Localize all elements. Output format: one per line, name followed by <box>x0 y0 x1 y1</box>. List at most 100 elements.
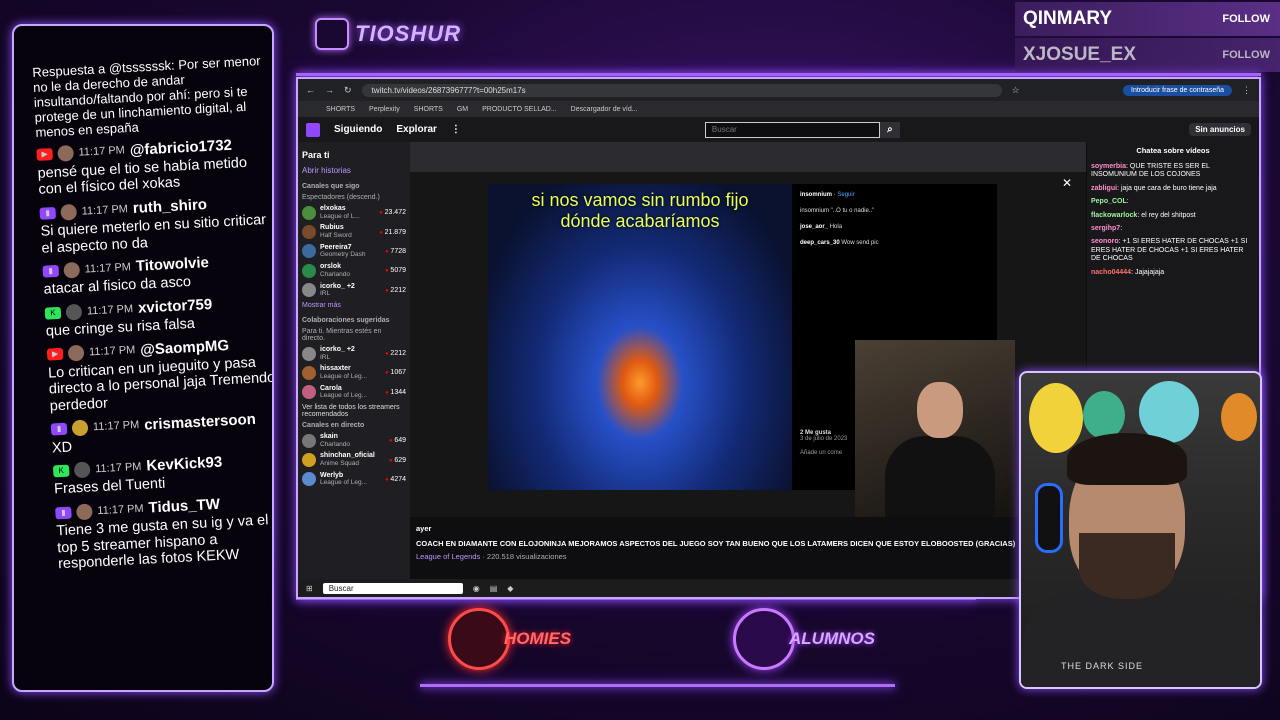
search-input[interactable] <box>704 121 880 138</box>
chat-username[interactable]: zabligui <box>1091 185 1117 192</box>
stream-chat-overlay: Respuesta a @tssssssk: Por ser menor no … <box>12 24 274 692</box>
channel-item[interactable]: Peereira7Geometry Dash 7728 <box>302 244 406 259</box>
channel-item[interactable]: skainCharlando 649 <box>302 433 406 448</box>
chat-text: jaja que cara de buro tiene jaja <box>1120 184 1217 192</box>
chat-time: 11:17 PM <box>94 460 142 476</box>
bookmark[interactable]: Descargador de víd... <box>571 106 638 113</box>
video-category[interactable]: League of Legends <box>416 552 480 561</box>
twitch-logo-icon <box>315 18 349 50</box>
channel-name: orslok <box>320 263 342 271</box>
avatar <box>67 344 85 362</box>
streamer-camera-inset <box>855 340 1015 517</box>
more-icon[interactable]: ⋮ <box>451 124 461 135</box>
ig-username[interactable]: insomnium <box>800 192 832 198</box>
bookmark[interactable]: Perplexity <box>369 106 400 113</box>
chat-message: flackowarlock: el rey del shitpost <box>1091 211 1196 219</box>
ig-follow[interactable]: Seguir <box>837 192 854 198</box>
followed-sort[interactable]: Espectadores (descend.) <box>302 194 406 201</box>
viewer-count: 7728 <box>385 248 406 255</box>
avatar <box>302 453 316 468</box>
viewer-count: 629 <box>389 457 406 464</box>
back-icon[interactable]: ← <box>306 85 315 95</box>
channel-item[interactable]: shinchan_oficialAnime Squad 629 <box>302 452 406 468</box>
ig-comment-user[interactable]: deep_cars_30 <box>800 240 840 246</box>
channel-name: Carola <box>320 384 342 392</box>
chat-username[interactable]: Pepo_COL <box>1091 198 1127 205</box>
chat-username: Titowolvie <box>135 254 210 276</box>
chat-time: 11:17 PM <box>81 202 129 218</box>
chat-time: 11:17 PM <box>92 419 140 434</box>
twitch-icon: ▮ <box>42 264 60 278</box>
chat-message: seonoro: +1 SI ERES HATER DE CHOCAS +1 S… <box>1091 238 1248 263</box>
ad-free-button[interactable]: Sin anuncios <box>1189 123 1251 136</box>
bookmark[interactable]: PRODUCTO SELLAD... <box>482 106 557 113</box>
show-more-link[interactable]: Mostrar más <box>302 302 406 309</box>
password-extension[interactable]: Introducir frase de contraseña <box>1123 84 1232 96</box>
avatar <box>302 346 316 361</box>
chat-message: K 11:17 PM KevKick93 Frases del Tuenti <box>52 451 272 499</box>
taskbar-search[interactable]: Buscar <box>322 582 463 594</box>
chat-username[interactable]: flackowarlock <box>1091 212 1137 219</box>
chat-username: xvictor759 <box>137 295 213 317</box>
viewer-count: 1067 <box>385 369 406 376</box>
viewer-count: 2212 <box>385 350 406 357</box>
chat-time: 11:17 PM <box>78 144 126 159</box>
channel-name: shinchan_oficial <box>320 452 375 460</box>
chat-username[interactable]: seonoro <box>1091 238 1119 245</box>
twitch-icon: ▮ <box>39 206 57 220</box>
brand-name: TIOSHUR <box>355 21 461 46</box>
ig-add-comment[interactable]: Añade un come <box>800 450 847 456</box>
address-bar[interactable]: twitch.tv/videos/2687396777?t=00h25m17s <box>361 83 1002 97</box>
channel-item[interactable]: RubiusHalf Sword 21.879 <box>302 224 406 240</box>
avatar <box>302 205 316 220</box>
bookmark[interactable]: SHORTS <box>326 106 355 113</box>
chat-username[interactable]: soymerbia <box>1091 163 1126 170</box>
channel-item[interactable]: orslokCharlando 5079 <box>302 263 406 278</box>
viewer-count: 4274 <box>385 476 406 483</box>
streamer-torso <box>885 436 995 517</box>
app-icon[interactable]: ◆ <box>507 584 513 593</box>
plush-toy <box>1083 391 1125 439</box>
channel-item[interactable]: icorko_ +2IRL 2212 <box>302 283 406 298</box>
folder-icon[interactable]: ▤ <box>490 584 498 593</box>
star-icon[interactable]: ☆ <box>1012 85 1020 96</box>
chat-username: ruth_shiro <box>132 196 208 217</box>
chat-username[interactable]: nacho04444 <box>1091 269 1131 276</box>
channel-item[interactable]: WerlybLeague of Leg... 4274 <box>302 472 406 487</box>
forward-icon[interactable]: → <box>325 85 334 95</box>
follow-label: FOLLOW <box>1222 13 1270 25</box>
recommended-link[interactable]: Ver lista de todos los streamers recomen… <box>302 404 406 418</box>
streamer-shirt <box>1021 591 1260 687</box>
close-icon[interactable]: ✕ <box>1062 176 1072 190</box>
channel-item[interactable]: hissaxterLeague of Leg... 1067 <box>302 365 406 380</box>
windows-icon[interactable]: ⊞ <box>306 584 313 593</box>
ig-comment: Hola <box>829 224 843 230</box>
nav-explore[interactable]: Explorar <box>396 124 437 135</box>
chat-message: sergihp7: <box>1091 224 1123 232</box>
menu-icon[interactable]: ⋮ <box>1242 85 1251 96</box>
chat-username[interactable]: sergihp7 <box>1091 225 1120 232</box>
twitch-logo-icon[interactable] <box>306 122 320 137</box>
chat-message: zabligui: jaja que cara de buro tiene ja… <box>1091 184 1217 192</box>
nav-following[interactable]: Siguiendo <box>334 124 382 135</box>
video-player[interactable]: si nos vamos sin rumbo fijo dónde acabar… <box>410 142 1086 517</box>
reload-icon[interactable]: ↻ <box>344 85 352 96</box>
channel-item[interactable]: elxokasLeague of L... 23.472 <box>302 205 406 220</box>
chat-message: K 11:17 PM xvictor759 que cringe su risa f… <box>44 293 272 341</box>
bookmark[interactable]: SHORTS <box>414 106 443 113</box>
avatar <box>302 244 316 259</box>
channel-item[interactable]: icorko_ +2IRL 2212 <box>302 346 406 361</box>
search-icon[interactable]: ⌕ <box>879 121 900 138</box>
sidebar: Para ti Abrir historias Canales que sigo… <box>298 142 410 579</box>
video-title: COACH EN DIAMANTE CON ELOJONINJA MEJORAM… <box>416 539 1016 548</box>
bookmark[interactable]: GM <box>457 106 468 113</box>
ig-comment-user[interactable]: jose_aor_ <box>800 224 828 230</box>
chat-message: ▮ 11:17 PM ruth_shiro Si quiere meterlo en… <box>39 193 272 257</box>
chat-message: soymerbia: QUE TRISTE ES SER EL INSOMUNI… <box>1091 163 1210 179</box>
browser-icon[interactable]: ◉ <box>473 584 480 593</box>
channel-item[interactable]: CarolaLeague of Leg... 1344 <box>302 385 406 400</box>
chat-message: ▶ 11:17 PM @fabricio1732 pensé que el tio … <box>36 134 270 198</box>
channel-game: Charlando <box>320 270 350 278</box>
channel-name: icorko_ +2 <box>320 345 355 353</box>
stories-link[interactable]: Abrir historias <box>302 166 406 175</box>
